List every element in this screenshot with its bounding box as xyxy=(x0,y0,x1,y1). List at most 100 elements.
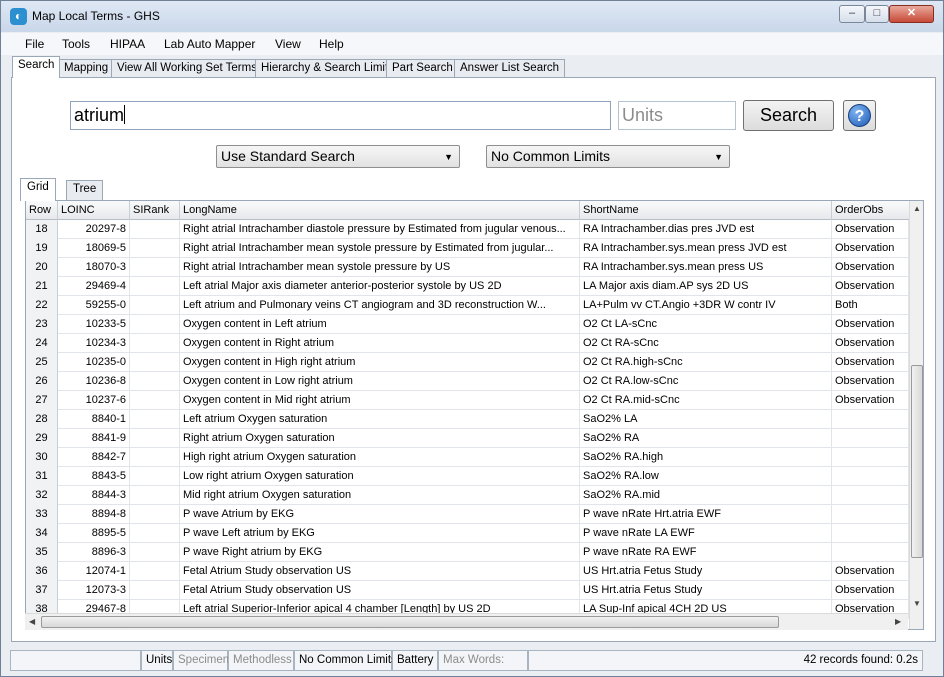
cell-row[interactable]: 36 xyxy=(26,562,58,581)
cell-shortname[interactable]: SaO2% RA xyxy=(580,429,832,448)
cell-shortname[interactable]: O2 Ct LA-sCnc xyxy=(580,315,832,334)
cell-orderobs[interactable] xyxy=(832,505,909,524)
minimize-button[interactable]: – xyxy=(839,5,865,23)
cell-shortname[interactable]: SaO2% RA.high xyxy=(580,448,832,467)
tab-mapping[interactable]: Mapping xyxy=(58,59,115,78)
cell-orderobs[interactable] xyxy=(832,410,909,429)
cell-sirank[interactable] xyxy=(130,581,180,600)
cell-sirank[interactable] xyxy=(130,239,180,258)
cell-longname[interactable]: Right atrial Intrachamber diastole press… xyxy=(180,220,580,239)
col-header-loinc[interactable]: LOINC xyxy=(58,201,130,220)
table-row[interactable]: 34 8895-5 P wave Left atrium by EKG P wave … xyxy=(26,524,909,543)
scroll-left-icon[interactable]: ◀ xyxy=(29,617,35,626)
cell-sirank[interactable] xyxy=(130,372,180,391)
cell-loinc[interactable]: 12073-3 xyxy=(58,581,130,600)
cell-sirank[interactable] xyxy=(130,258,180,277)
menu-view[interactable]: View xyxy=(275,37,301,51)
cell-sirank[interactable] xyxy=(130,277,180,296)
limits-select[interactable]: No Common Limits ▼ xyxy=(486,145,730,168)
cell-row[interactable]: 28 xyxy=(26,410,58,429)
cell-loinc[interactable]: 8841-9 xyxy=(58,429,130,448)
vertical-scrollbar[interactable]: ▲ ▼ xyxy=(909,201,923,629)
cell-orderobs[interactable]: Observation xyxy=(832,258,909,277)
cell-orderobs[interactable]: Observation xyxy=(832,562,909,581)
cell-shortname[interactable]: SaO2% LA xyxy=(580,410,832,429)
close-button[interactable]: ✕ xyxy=(889,5,934,23)
cell-shortname[interactable]: O2 Ct RA.high-sCnc xyxy=(580,353,832,372)
table-row[interactable]: 19 18069-5 Right atrial Intrachamber mean … xyxy=(26,239,909,258)
search-mode-select[interactable]: Use Standard Search ▼ xyxy=(216,145,460,168)
cell-row[interactable]: 24 xyxy=(26,334,58,353)
scroll-right-icon[interactable]: ▶ xyxy=(895,617,901,626)
menu-file[interactable]: File xyxy=(25,37,44,51)
cell-longname[interactable]: Oxygen content in Right atrium xyxy=(180,334,580,353)
cell-shortname[interactable]: SaO2% RA.low xyxy=(580,467,832,486)
cell-loinc[interactable]: 10235-0 xyxy=(58,353,130,372)
cell-longname[interactable]: Right atrial Intrachamber mean systole p… xyxy=(180,258,580,277)
col-header-shortname[interactable]: ShortName xyxy=(580,201,832,220)
cell-orderobs[interactable]: Observation xyxy=(832,391,909,410)
cell-shortname[interactable]: O2 Ct RA.low-sCnc xyxy=(580,372,832,391)
cell-shortname[interactable]: P wave nRate LA EWF xyxy=(580,524,832,543)
cell-row[interactable]: 34 xyxy=(26,524,58,543)
cell-loinc[interactable]: 10234-3 xyxy=(58,334,130,353)
status-methodless[interactable]: Methodless xyxy=(228,650,294,671)
cell-sirank[interactable] xyxy=(130,391,180,410)
table-row[interactable]: 31 8843-5 Low right atrium Oxygen saturati… xyxy=(26,467,909,486)
cell-orderobs[interactable]: Observation xyxy=(832,239,909,258)
cell-shortname[interactable]: RA Intrachamber.dias pres JVD est xyxy=(580,220,832,239)
menu-hipaa[interactable]: HIPAA xyxy=(110,37,145,51)
cell-shortname[interactable]: US Hrt.atria Fetus Study xyxy=(580,581,832,600)
table-row[interactable]: 29 8841-9 Right atrium Oxygen saturation Sa… xyxy=(26,429,909,448)
cell-orderobs[interactable]: Observation xyxy=(832,277,909,296)
cell-longname[interactable]: Left atrium and Pulmonary veins CT angio… xyxy=(180,296,580,315)
col-header-sirank[interactable]: SIRank xyxy=(130,201,180,220)
search-button[interactable]: Search xyxy=(743,100,834,131)
status-specimen[interactable]: Specimen xyxy=(173,650,229,671)
cell-longname[interactable]: Oxygen content in Left atrium xyxy=(180,315,580,334)
horizontal-scrollbar[interactable]: ◀ ▶ xyxy=(25,613,908,630)
cell-loinc[interactable]: 8844-3 xyxy=(58,486,130,505)
cell-longname[interactable]: Oxygen content in Mid right atrium xyxy=(180,391,580,410)
status-battery[interactable]: Battery xyxy=(392,650,438,671)
cell-longname[interactable]: Right atrial Intrachamber mean systole p… xyxy=(180,239,580,258)
cell-orderobs[interactable]: Observation xyxy=(832,315,909,334)
cell-loinc[interactable]: 10233-5 xyxy=(58,315,130,334)
cell-longname[interactable]: Fetal Atrium Study observation US xyxy=(180,562,580,581)
cell-sirank[interactable] xyxy=(130,524,180,543)
col-header-longname[interactable]: LongName xyxy=(180,201,580,220)
cell-orderobs[interactable] xyxy=(832,429,909,448)
cell-row[interactable]: 27 xyxy=(26,391,58,410)
table-row[interactable]: 25 10235-0 Oxygen content in High right at… xyxy=(26,353,909,372)
cell-loinc[interactable]: 8895-5 xyxy=(58,524,130,543)
cell-sirank[interactable] xyxy=(130,486,180,505)
cell-sirank[interactable] xyxy=(130,562,180,581)
cell-longname[interactable]: P wave Right atrium by EKG xyxy=(180,543,580,562)
tab-hierarchy-search-limits[interactable]: Hierarchy & Search Limits xyxy=(255,59,400,78)
cell-row[interactable]: 19 xyxy=(26,239,58,258)
cell-orderobs[interactable] xyxy=(832,524,909,543)
status-units[interactable]: Units xyxy=(141,650,173,671)
cell-shortname[interactable]: O2 Ct RA.mid-sCnc xyxy=(580,391,832,410)
cell-longname[interactable]: Low right atrium Oxygen saturation xyxy=(180,467,580,486)
cell-loinc[interactable]: 29469-4 xyxy=(58,277,130,296)
cell-longname[interactable]: Mid right atrium Oxygen saturation xyxy=(180,486,580,505)
vertical-scroll-thumb[interactable] xyxy=(911,365,923,558)
units-input[interactable]: Units xyxy=(618,101,736,130)
cell-row[interactable]: 25 xyxy=(26,353,58,372)
table-row[interactable]: 18 20297-8 Right atrial Intrachamber diast… xyxy=(26,220,909,239)
cell-row[interactable]: 37 xyxy=(26,581,58,600)
table-row[interactable]: 32 8844-3 Mid right atrium Oxygen saturati… xyxy=(26,486,909,505)
menu-help[interactable]: Help xyxy=(319,37,344,51)
table-row[interactable]: 24 10234-3 Oxygen content in Right atrium O… xyxy=(26,334,909,353)
cell-row[interactable]: 33 xyxy=(26,505,58,524)
cell-loinc[interactable]: 10237-6 xyxy=(58,391,130,410)
col-header-row[interactable]: Row xyxy=(26,201,58,220)
cell-shortname[interactable]: RA Intrachamber.sys.mean press US xyxy=(580,258,832,277)
table-row[interactable]: 37 12073-3 Fetal Atrium Study observation … xyxy=(26,581,909,600)
cell-sirank[interactable] xyxy=(130,505,180,524)
table-row[interactable]: 21 29469-4 Left atrial Major axis diameter… xyxy=(26,277,909,296)
cell-loinc[interactable]: 10236-8 xyxy=(58,372,130,391)
cell-shortname[interactable]: LA+Pulm vv CT.Angio +3DR W contr IV xyxy=(580,296,832,315)
cell-loinc[interactable]: 20297-8 xyxy=(58,220,130,239)
